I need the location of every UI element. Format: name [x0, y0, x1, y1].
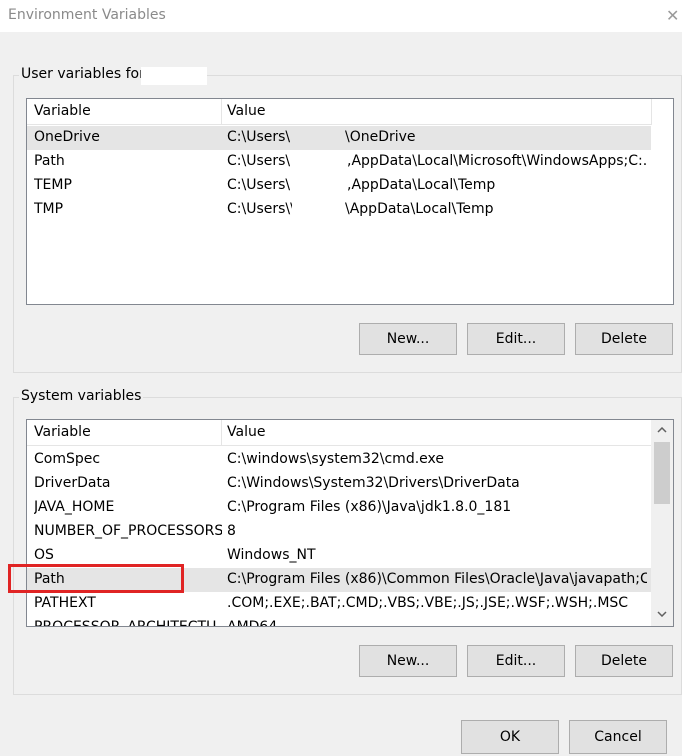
system-delete-button[interactable]: Delete — [575, 645, 673, 677]
table-row[interactable]: PATHEXT .COM;.EXE;.BAT;.CMD;.VBS;.VBE;.J… — [27, 592, 651, 616]
table-row[interactable]: JAVA_HOME C:\Program Files (x86)\Java\jd… — [27, 496, 651, 520]
table-row[interactable]: PROCESSOR_ARCHITECTU... AMD64 — [27, 616, 651, 627]
variable-value: AMD64 — [227, 619, 278, 627]
variable-value: C:\Windows\System32\Drivers\DriverData — [227, 475, 520, 491]
scrollbar[interactable] — [651, 420, 673, 626]
variable-value: C:\Program Files (x86)\Common Files\Orac… — [227, 571, 647, 587]
title-bar: Environment Variables ✕ — [0, 0, 682, 32]
table-row[interactable]: DriverData C:\Windows\System32\Drivers\D… — [27, 472, 651, 496]
user-edit-button[interactable]: Edit... — [467, 323, 565, 355]
variable-value: C:\Users\\ — [227, 201, 292, 217]
scrollbar-thumb[interactable] — [654, 442, 670, 504]
column-divider[interactable] — [221, 420, 222, 446]
variable-name: JAVA_HOME — [34, 499, 115, 515]
variable-value: C:\Users\ — [227, 177, 291, 193]
user-variables-label: User variables for — [19, 66, 147, 82]
column-divider[interactable] — [651, 99, 652, 125]
system-edit-button[interactable]: Edit... — [467, 645, 565, 677]
variable-value-rest: \AppData\Local\Temp — [345, 201, 494, 217]
chevron-down-icon[interactable] — [653, 606, 671, 624]
variable-value: C:\windows\system32\cmd.exe — [227, 451, 444, 467]
column-variable[interactable]: Variable — [34, 424, 91, 440]
variable-value: C:\Users\ — [227, 153, 291, 169]
variable-name: Path — [34, 153, 65, 169]
redacted-username — [141, 67, 207, 85]
column-value[interactable]: Value — [227, 103, 265, 119]
variable-value: C:\Users\ — [227, 129, 291, 145]
variable-name: NUMBER_OF_PROCESSORS — [34, 523, 222, 539]
variable-name: OneDrive — [34, 129, 100, 145]
variable-name: DriverData — [34, 475, 111, 491]
variable-value: C:\Program Files (x86)\Java\jdk1.8.0_181 — [227, 499, 512, 515]
variable-value: .COM;.EXE;.BAT;.CMD;.VBS;.VBE;.JS;.JSE;.… — [227, 595, 629, 611]
list-header: Variable Value — [27, 420, 651, 446]
variable-name: TEMP — [34, 177, 72, 193]
table-row[interactable]: NUMBER_OF_PROCESSORS 8 — [27, 520, 651, 544]
user-delete-button[interactable]: Delete — [575, 323, 673, 355]
cancel-button[interactable]: Cancel — [569, 720, 667, 754]
list-header: Variable Value — [27, 99, 652, 125]
variable-name: PATHEXT — [34, 595, 96, 611]
variable-value: Windows_NT — [227, 547, 316, 563]
path-highlight-annotation — [8, 564, 184, 593]
variable-name: TMP — [34, 201, 64, 217]
table-row[interactable]: TMP C:\Users\\ \AppData\Local\Temp — [27, 198, 651, 222]
column-variable[interactable]: Variable — [34, 103, 91, 119]
chevron-up-icon[interactable] — [653, 422, 671, 440]
variable-value: 8 — [227, 523, 236, 539]
variable-value-rest: ,AppData\Local\Microsoft\WindowsApps;C:.… — [347, 153, 647, 169]
table-row[interactable]: OneDrive C:\Users\ \OneDrive — [27, 126, 651, 150]
variable-value-rest: \OneDrive — [345, 129, 416, 145]
table-row[interactable]: TEMP C:\Users\ ,AppData\Local\Temp — [27, 174, 651, 198]
close-icon[interactable]: ✕ — [666, 6, 679, 25]
system-new-button[interactable]: New... — [359, 645, 457, 677]
variable-value-rest: ,AppData\Local\Temp — [347, 177, 496, 193]
variable-name: OS — [34, 547, 54, 563]
column-value[interactable]: Value — [227, 424, 265, 440]
table-row[interactable]: Path C:\Users\ ,AppData\Local\Microsoft\… — [27, 150, 651, 174]
variable-name: ComSpec — [34, 451, 101, 467]
column-divider[interactable] — [221, 99, 222, 125]
user-variables-list[interactable]: Variable Value OneDrive C:\Users\ \OneDr… — [26, 98, 674, 305]
table-row[interactable]: ComSpec C:\windows\system32\cmd.exe — [27, 448, 651, 472]
variable-name: PROCESSOR_ARCHITECTU... — [34, 619, 222, 627]
user-new-button[interactable]: New... — [359, 323, 457, 355]
system-variables-list[interactable]: Variable Value ComSpec C:\windows\system… — [26, 419, 674, 627]
system-variables-label: System variables — [19, 388, 144, 404]
ok-button[interactable]: OK — [461, 720, 559, 754]
window-title: Environment Variables — [8, 7, 166, 23]
